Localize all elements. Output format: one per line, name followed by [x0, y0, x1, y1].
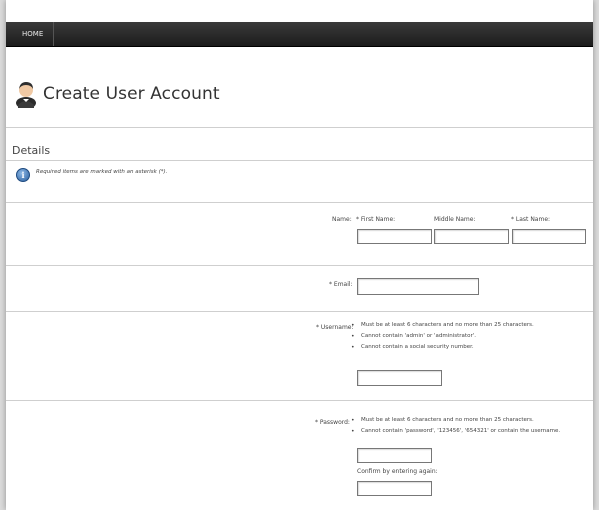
username-rule-item: Must be at least 6 characters and no mor… — [351, 320, 534, 331]
top-navbar: HOME — [6, 22, 593, 47]
info-icon: i — [16, 168, 30, 182]
confirm-password-label: Confirm by entering again: — [357, 468, 438, 475]
required-note-text: Required items are marked with an asteri… — [36, 169, 168, 175]
last-name-input[interactable] — [512, 229, 586, 244]
password-label: * Password: — [315, 419, 350, 426]
divider — [6, 265, 593, 266]
email-input[interactable] — [357, 278, 479, 295]
browser-page: HOME Create User Account Details i Requi… — [6, 0, 593, 510]
page-title: Create User Account — [43, 84, 220, 104]
password-input[interactable] — [357, 448, 432, 463]
page-header: Create User Account — [6, 78, 593, 128]
confirm-password-input[interactable] — [357, 481, 432, 496]
email-label: * Email: — [329, 281, 353, 288]
nav-home-link[interactable]: HOME — [12, 22, 55, 46]
first-name-label: * First Name: — [356, 216, 396, 223]
last-name-label: * Last Name: — [511, 216, 551, 223]
divider — [6, 127, 593, 128]
username-rules-list: Must be at least 6 characters and no mor… — [351, 320, 534, 353]
password-rule-item: Cannot contain 'password', '123456', '65… — [351, 426, 560, 437]
divider — [6, 202, 593, 203]
username-input[interactable] — [357, 370, 442, 386]
password-rule-item: Must be at least 6 characters and no mor… — [351, 415, 560, 426]
first-name-input[interactable] — [357, 229, 432, 244]
name-label: Name: — [332, 216, 352, 223]
username-rule-item: Cannot contain a social security number. — [351, 342, 534, 353]
divider — [6, 400, 593, 401]
password-rules-list: Must be at least 6 characters and no mor… — [351, 415, 560, 437]
user-account-icon — [16, 82, 36, 108]
username-rule-item: Cannot contain 'admin' or 'administrator… — [351, 331, 534, 342]
divider — [6, 160, 593, 161]
middle-name-label: Middle Name: — [434, 216, 476, 223]
username-label: * Username: — [316, 324, 354, 331]
middle-name-input[interactable] — [434, 229, 509, 244]
divider — [6, 311, 593, 312]
section-title-details: Details — [12, 144, 51, 157]
